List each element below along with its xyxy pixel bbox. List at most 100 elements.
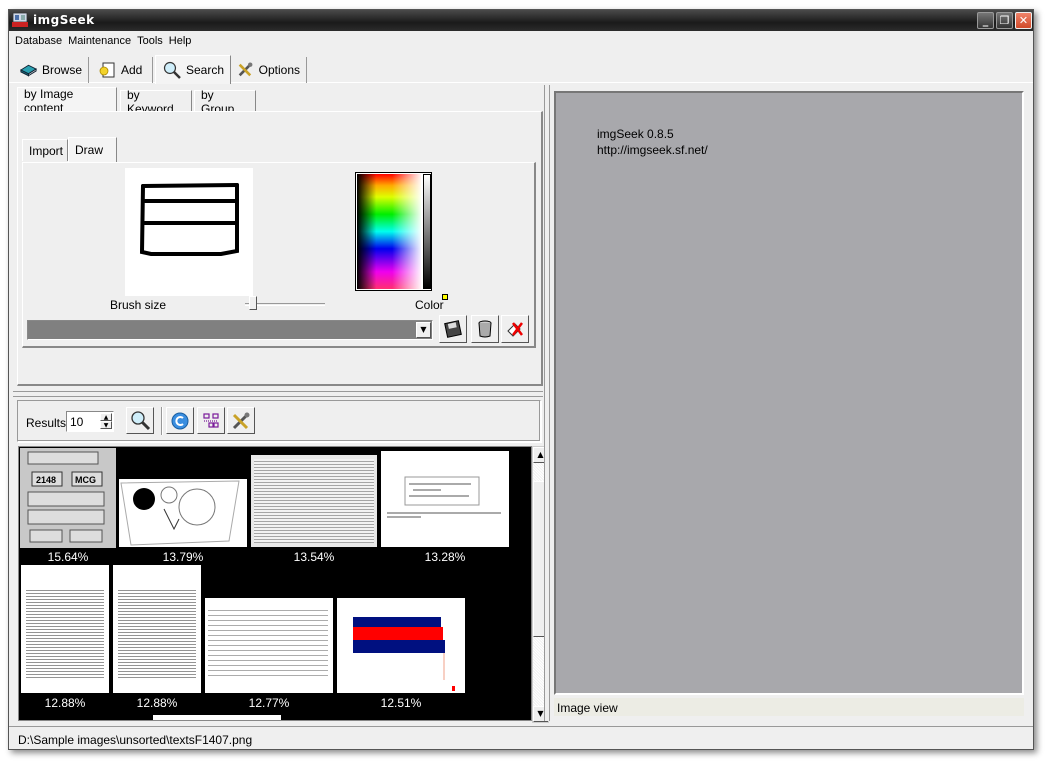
sketch-drawing [139, 183, 239, 256]
spin-up-icon[interactable]: ▲ [100, 413, 112, 421]
text-doc-image [207, 605, 328, 676]
result-thumbnail-4[interactable] [381, 451, 509, 547]
flag-chart-image [353, 617, 455, 691]
results-count-value[interactable]: 10 [70, 415, 83, 429]
menu-help[interactable]: Help [167, 32, 196, 52]
image-view-caption: Image view [554, 698, 1024, 716]
close-button[interactable]: ✕ [1015, 12, 1032, 29]
result-score-2: 13.79% [162, 550, 204, 564]
form-image: 2148 MCG [27, 451, 105, 543]
svg-text:2148: 2148 [36, 475, 56, 485]
results-count-spinner[interactable]: 10 ▲ ▼ [66, 411, 114, 432]
image-view-pane: imgSeek 0.8.5 http://imgseek.sf.net/ Ima… [552, 91, 1024, 719]
layout-button[interactable] [197, 407, 225, 434]
app-window: imgSeek _ ❐ ✕ Database Maintenance Tools… [8, 9, 1034, 750]
clear-sketch-button[interactable] [471, 315, 499, 343]
menu-tools[interactable]: Tools [135, 32, 167, 52]
minimize-button[interactable]: _ [977, 12, 994, 29]
menu-maintenance[interactable]: Maintenance [66, 32, 135, 52]
color-palette[interactable] [355, 172, 432, 291]
tab-by-keyword[interactable]: by Keyword [120, 88, 192, 116]
color-label: Color [415, 298, 444, 312]
search-pane: by Image content by Keyword by Group Imp… [13, 85, 549, 723]
tab-draw[interactable]: Draw [68, 137, 117, 162]
result-thumbnail-7[interactable] [205, 598, 333, 693]
result-score-3: 13.54% [293, 550, 335, 564]
result-score-7: 12.77% [248, 696, 290, 710]
result-score-8: 12.51% [380, 696, 422, 710]
results-label: Results [26, 416, 67, 430]
tools-icon [232, 412, 250, 429]
result-thumbnail-partial[interactable] [153, 715, 281, 720]
results-options-button[interactable] [227, 407, 255, 434]
magnifier-icon [163, 61, 181, 79]
delete-sketch-button[interactable] [501, 315, 529, 343]
add-image-icon [99, 62, 115, 78]
refresh-button[interactable] [166, 407, 194, 434]
brush-size-slider-track[interactable] [245, 303, 325, 306]
result-thumbnail-8[interactable] [337, 598, 465, 693]
draw-panel: Brush size Color ▼ [22, 162, 536, 348]
status-bar: D:\Sample images\unsorted\textsF1407.png [9, 726, 1033, 750]
tools-icon [238, 62, 253, 77]
vertical-splitter[interactable] [544, 85, 550, 721]
restore-button[interactable]: ❐ [996, 12, 1013, 29]
close-icon: ✕ [1018, 14, 1029, 27]
svg-text:MCG: MCG [75, 475, 96, 485]
text-doc-image [387, 476, 501, 518]
tab-browse[interactable]: Browse [13, 57, 89, 83]
result-score-4: 13.28% [424, 550, 466, 564]
tab-browse-label: Browse [41, 63, 82, 77]
book-icon [19, 64, 38, 77]
hue-saturation-picker[interactable] [357, 174, 421, 289]
tab-search[interactable]: Search [155, 55, 231, 84]
result-thumbnail-1[interactable]: 2148 MCG [20, 448, 116, 548]
brush-size-slider-thumb[interactable] [249, 296, 257, 310]
result-thumbnail-6[interactable] [113, 565, 201, 693]
horizontal-splitter[interactable] [13, 391, 543, 397]
refresh-icon [171, 412, 189, 429]
sketch-canvas[interactable] [125, 168, 253, 296]
menu-database[interactable]: Database [13, 32, 66, 52]
save-sketch-button[interactable] [439, 315, 467, 343]
results-toolbar: Results 10 ▲ ▼ [17, 400, 541, 442]
title-bar[interactable]: imgSeek _ ❐ ✕ [9, 10, 1033, 31]
window-title: imgSeek [33, 13, 95, 27]
trash-can-icon [478, 320, 492, 338]
result-score-6: 12.88% [136, 696, 178, 710]
status-path: D:\Sample images\unsorted\textsF1407.png [18, 733, 253, 747]
chevron-down-icon[interactable]: ▼ [416, 322, 431, 338]
main-tab-bar: Browse Add Search Options [9, 55, 1033, 84]
tab-add[interactable]: Add [91, 57, 153, 83]
result-thumbnail-5[interactable] [21, 565, 109, 693]
result-score-1: 15.64% [47, 550, 89, 564]
magnifier-icon [131, 410, 151, 430]
tab-import[interactable]: Import [22, 139, 68, 161]
image-view[interactable]: imgSeek 0.8.5 http://imgseek.sf.net/ [554, 91, 1024, 695]
luminance-picker[interactable] [423, 174, 431, 289]
eraser-delete-icon [507, 322, 523, 337]
tab-by-image-content[interactable]: by Image content [17, 87, 117, 115]
result-thumbnail-3[interactable] [251, 455, 377, 547]
query-button[interactable] [126, 407, 154, 434]
restore-icon: ❐ [999, 14, 1010, 27]
tab-import-label: Import [29, 143, 64, 158]
table-doc-image [26, 588, 104, 681]
tab-options[interactable]: Options [231, 57, 307, 83]
tab-options-label: Options [258, 63, 300, 77]
app-url-text: http://imgseek.sf.net/ [597, 143, 708, 157]
results-grid[interactable]: 2148 MCG 15.64% 13.79% 13.54% 13.28% 12.… [18, 446, 532, 721]
app-version-text: imgSeek 0.8.5 [597, 127, 674, 141]
app-icon [12, 12, 28, 27]
toolbar-separator [161, 407, 163, 435]
image-content-panel: Import Draw Brush size Color ▼ [17, 111, 543, 386]
tab-by-group[interactable]: by Group [194, 88, 256, 116]
result-thumbnail-2[interactable] [119, 479, 247, 547]
tab-search-label: Search [185, 63, 224, 77]
spin-down-icon[interactable]: ▼ [100, 421, 112, 429]
floppy-disk-icon [444, 320, 462, 338]
brush-size-label: Brush size [110, 298, 167, 312]
selected-color-swatch[interactable] [442, 294, 448, 300]
tab-add-label: Add [121, 63, 143, 77]
sketch-combo[interactable]: ▼ [27, 320, 433, 340]
